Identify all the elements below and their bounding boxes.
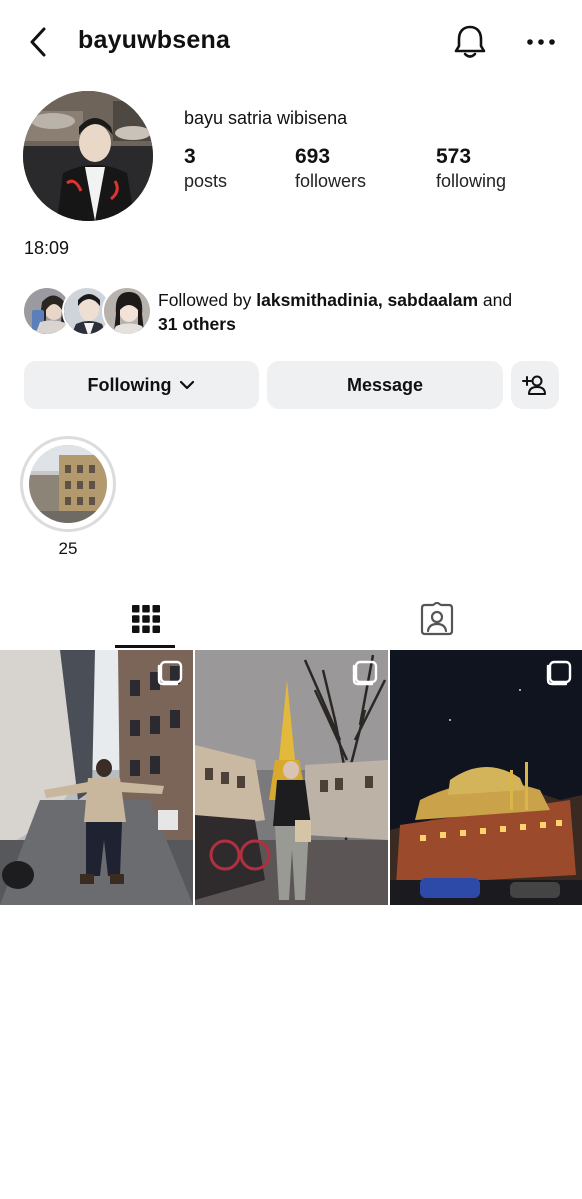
multi-post-icon [352,660,378,686]
followed-by-prefix: Followed by [158,290,257,310]
multi-post-icon [157,660,183,686]
avatar[interactable] [23,91,153,221]
tab-posts-grid[interactable] [0,590,291,648]
add-user-button[interactable] [511,361,559,409]
tagged-icon [420,602,453,636]
stat-value: 3 [184,145,196,168]
stat-value: 693 [295,145,331,168]
post-thumbnail[interactable] [390,650,582,905]
add-user-icon [522,375,546,395]
followed-by-names[interactable]: laksmithadinia, sabdaalam [256,290,478,310]
highlight-cover [29,445,107,523]
story-highlight[interactable] [20,436,116,532]
active-tab-indicator [115,645,175,648]
more-icon[interactable] [524,30,558,54]
message-button[interactable]: Message [267,361,503,409]
stat-label: posts [184,171,228,191]
posts-count[interactable]: 3 posts [184,145,227,192]
stat-label: followers [295,171,367,191]
mutual-avatar [102,286,152,336]
chevron-down-icon [180,380,195,390]
profile-full-name: bayu satria wibisena [184,108,348,128]
post-thumbnail[interactable] [195,650,388,905]
message-label: Message [346,374,424,395]
following-button[interactable]: Following [24,361,259,409]
following-count[interactable]: 573 following [436,145,506,192]
bell-icon[interactable] [450,22,490,62]
followed-by-joiner: and [478,290,513,310]
profile-bio: 18:09 [24,238,70,258]
highlight-label: 25 [58,539,78,558]
stat-value: 573 [436,145,472,168]
back-icon[interactable] [22,22,58,62]
followed-by-others[interactable]: 31 others [158,314,236,334]
stat-label: following [436,171,507,191]
profile-username: bayuwbsena [78,26,231,54]
tab-tagged[interactable] [291,590,582,648]
following-label: Following [87,374,172,395]
post-thumbnail[interactable] [0,650,193,905]
mutual-followers-avatars[interactable] [22,286,152,338]
grid-icon [131,605,160,633]
followers-count[interactable]: 693 followers [295,145,366,192]
multi-post-icon [546,660,572,686]
followed-by-text[interactable]: Followed by laksmithadinia, sabdaalam an… [158,288,558,336]
